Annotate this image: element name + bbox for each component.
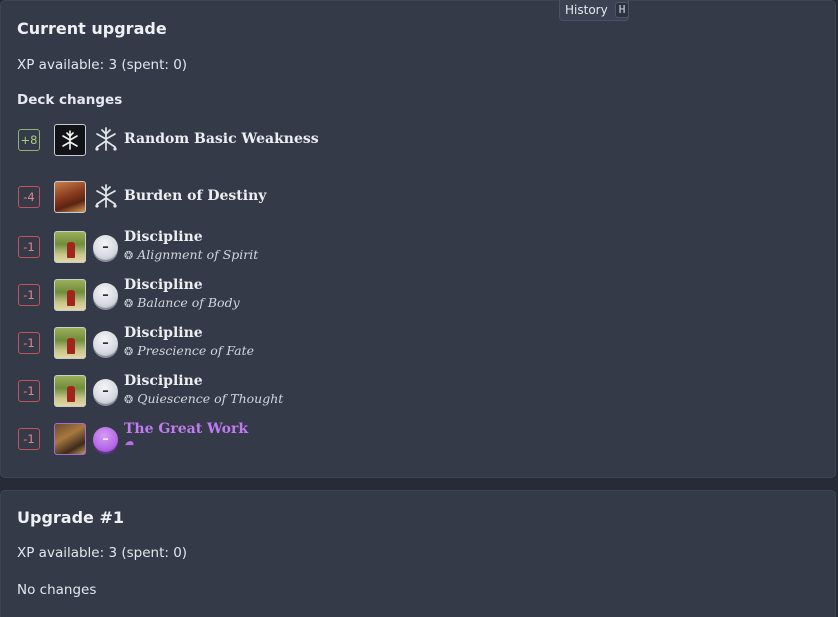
upgrade-1-title: Upgrade #1 <box>17 508 124 527</box>
deck-change-row[interactable]: -1 – Discipline ❂ Quiescence of Thought <box>17 373 777 409</box>
unique-icon: ❂ <box>124 249 134 262</box>
deck-change-row[interactable]: +8 Random Basic Weakness <box>17 124 777 158</box>
card-thumbnail[interactable] <box>54 231 86 263</box>
card-thumbnail[interactable] <box>54 327 86 359</box>
card-thumbnail[interactable] <box>54 423 86 455</box>
weakness-glyph-icon <box>62 130 78 150</box>
unique-icon: ❂ <box>124 297 134 310</box>
deck-change-row[interactable]: -1 – The Great Work ⯊ <box>17 421 777 457</box>
history-label: History <box>565 3 608 17</box>
upgrade-1-panel: Upgrade #1 XP available: 3 (spent: 0) No… <box>0 490 836 617</box>
card-subtitle-text: Balance of Body <box>137 295 240 310</box>
quantity-badge: -1 <box>18 284 40 306</box>
weakness-glyph-icon <box>95 127 117 151</box>
card-thumbnail[interactable] <box>54 375 86 407</box>
unique-icon: ❂ <box>124 345 134 358</box>
quantity-badge: -1 <box>18 332 40 354</box>
quantity-badge: -4 <box>18 186 40 208</box>
current-upgrade-panel: Current upgrade XP available: 3 (spent: … <box>0 0 836 478</box>
card-name[interactable]: Random Basic Weakness <box>124 131 319 147</box>
card-subtitle: ❂ Balance of Body <box>124 295 240 310</box>
card-subtitle: ❂ Alignment of Spirit <box>124 247 258 262</box>
card-name[interactable]: Discipline <box>124 325 203 341</box>
deck-change-row[interactable]: -1 – Discipline ❂ Prescience of Fate <box>17 325 777 361</box>
card-subtitle-text: Quiescence of Thought <box>137 391 284 406</box>
deck-change-row[interactable]: -1 – Discipline ❂ Alignment of Spirit <box>17 229 777 265</box>
deck-change-row[interactable]: -4 Burden of Destiny <box>17 181 777 215</box>
history-shortcut-key: H <box>614 2 630 18</box>
neutral-class-seal-icon: – <box>93 331 118 356</box>
xp-available-text: XP available: 3 (spent: 0) <box>17 545 188 561</box>
history-button[interactable]: History H <box>559 0 630 21</box>
card-name[interactable]: The Great Work <box>124 421 248 437</box>
deck-changes-heading: Deck changes <box>17 92 123 108</box>
quantity-badge: -1 <box>18 380 40 402</box>
neutral-class-seal-icon: – <box>93 283 118 308</box>
no-changes-text: No changes <box>17 582 97 598</box>
card-subtitle: ❂ Quiescence of Thought <box>124 391 283 406</box>
xp-available-text: XP available: 3 (spent: 0) <box>17 57 188 73</box>
card-name[interactable]: Discipline <box>124 277 203 293</box>
card-thumbnail[interactable] <box>54 279 86 311</box>
card-subtitle-text: Prescience of Fate <box>137 343 255 358</box>
weakness-glyph-icon <box>95 184 117 208</box>
mystic-class-icon: ⯊ <box>124 439 133 452</box>
quantity-badge: -1 <box>18 236 40 258</box>
card-thumbnail[interactable] <box>54 124 86 156</box>
mystic-class-seal-icon: – <box>93 427 118 452</box>
card-subtitle: ❂ Prescience of Fate <box>124 343 254 358</box>
neutral-class-seal-icon: – <box>93 235 118 260</box>
card-subtitle-text: Alignment of Spirit <box>137 247 259 262</box>
current-upgrade-title: Current upgrade <box>17 19 167 38</box>
card-name[interactable]: Burden of Destiny <box>124 188 266 204</box>
card-thumbnail[interactable] <box>54 181 86 213</box>
card-name[interactable]: Discipline <box>124 373 203 389</box>
unique-icon: ❂ <box>124 393 134 406</box>
quantity-badge: +8 <box>18 129 40 151</box>
quantity-badge: -1 <box>18 428 40 450</box>
card-name[interactable]: Discipline <box>124 229 203 245</box>
neutral-class-seal-icon: – <box>93 379 118 404</box>
deck-change-row[interactable]: -1 – Discipline ❂ Balance of Body <box>17 277 777 313</box>
